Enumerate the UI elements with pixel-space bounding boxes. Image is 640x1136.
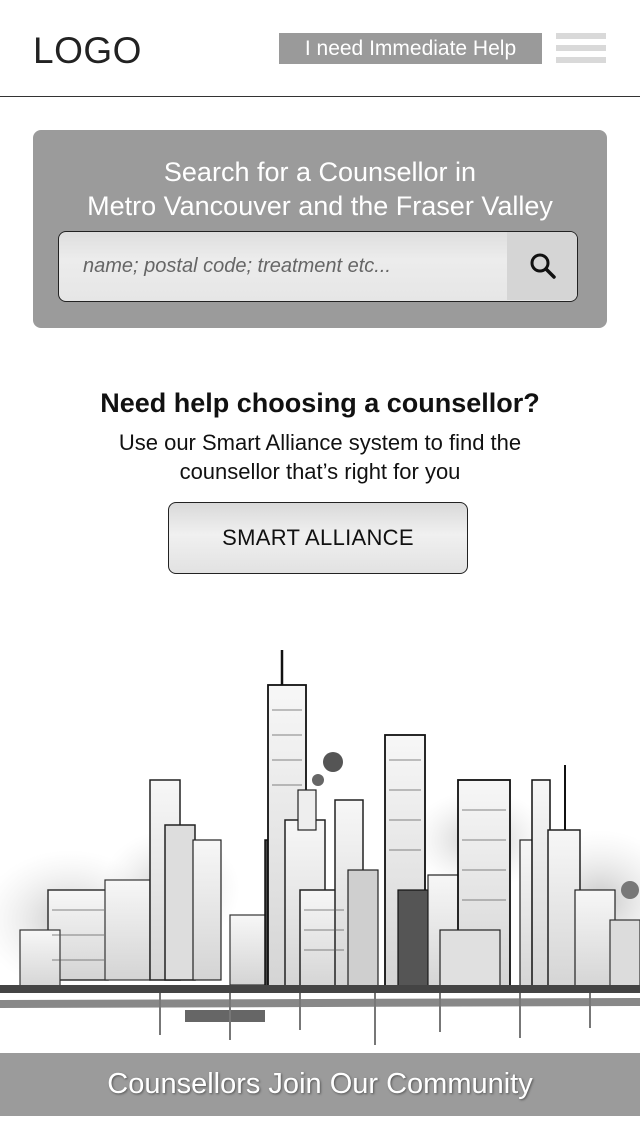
city-skyline-illustration — [0, 650, 640, 1045]
hamburger-menu-icon[interactable] — [556, 33, 606, 65]
help-text: Use our Smart Alliance system to find th… — [60, 428, 580, 486]
immediate-help-button[interactable]: I need Immediate Help — [279, 33, 542, 64]
search-icon — [530, 253, 556, 279]
search-button[interactable] — [507, 232, 577, 300]
smart-alliance-button[interactable]: SMART ALLIANCE — [168, 502, 468, 574]
join-community-button[interactable]: Counsellors Join Our Community — [0, 1053, 640, 1116]
search-box — [58, 231, 578, 302]
search-panel: Search for a Counsellor in Metro Vancouv… — [33, 130, 607, 328]
menu-bar — [556, 57, 606, 63]
logo[interactable]: LOGO — [33, 30, 142, 72]
site-header: LOGO I need Immediate Help — [0, 0, 640, 97]
search-input[interactable] — [59, 232, 507, 300]
help-text-line-2: counsellor that’s right for you — [179, 459, 461, 484]
search-title-line-1: Search for a Counsellor in — [163, 157, 477, 187]
menu-bar — [556, 45, 606, 51]
search-title-line-2: Metro Vancouver and the Fraser Valley — [87, 191, 553, 221]
menu-bar — [556, 33, 606, 39]
help-text-line-1: Use our Smart Alliance system to find th… — [118, 430, 522, 455]
search-title: Search for a Counsellor in Metro Vancouv… — [33, 155, 607, 223]
help-heading: Need help choosing a counsellor? — [100, 388, 540, 418]
